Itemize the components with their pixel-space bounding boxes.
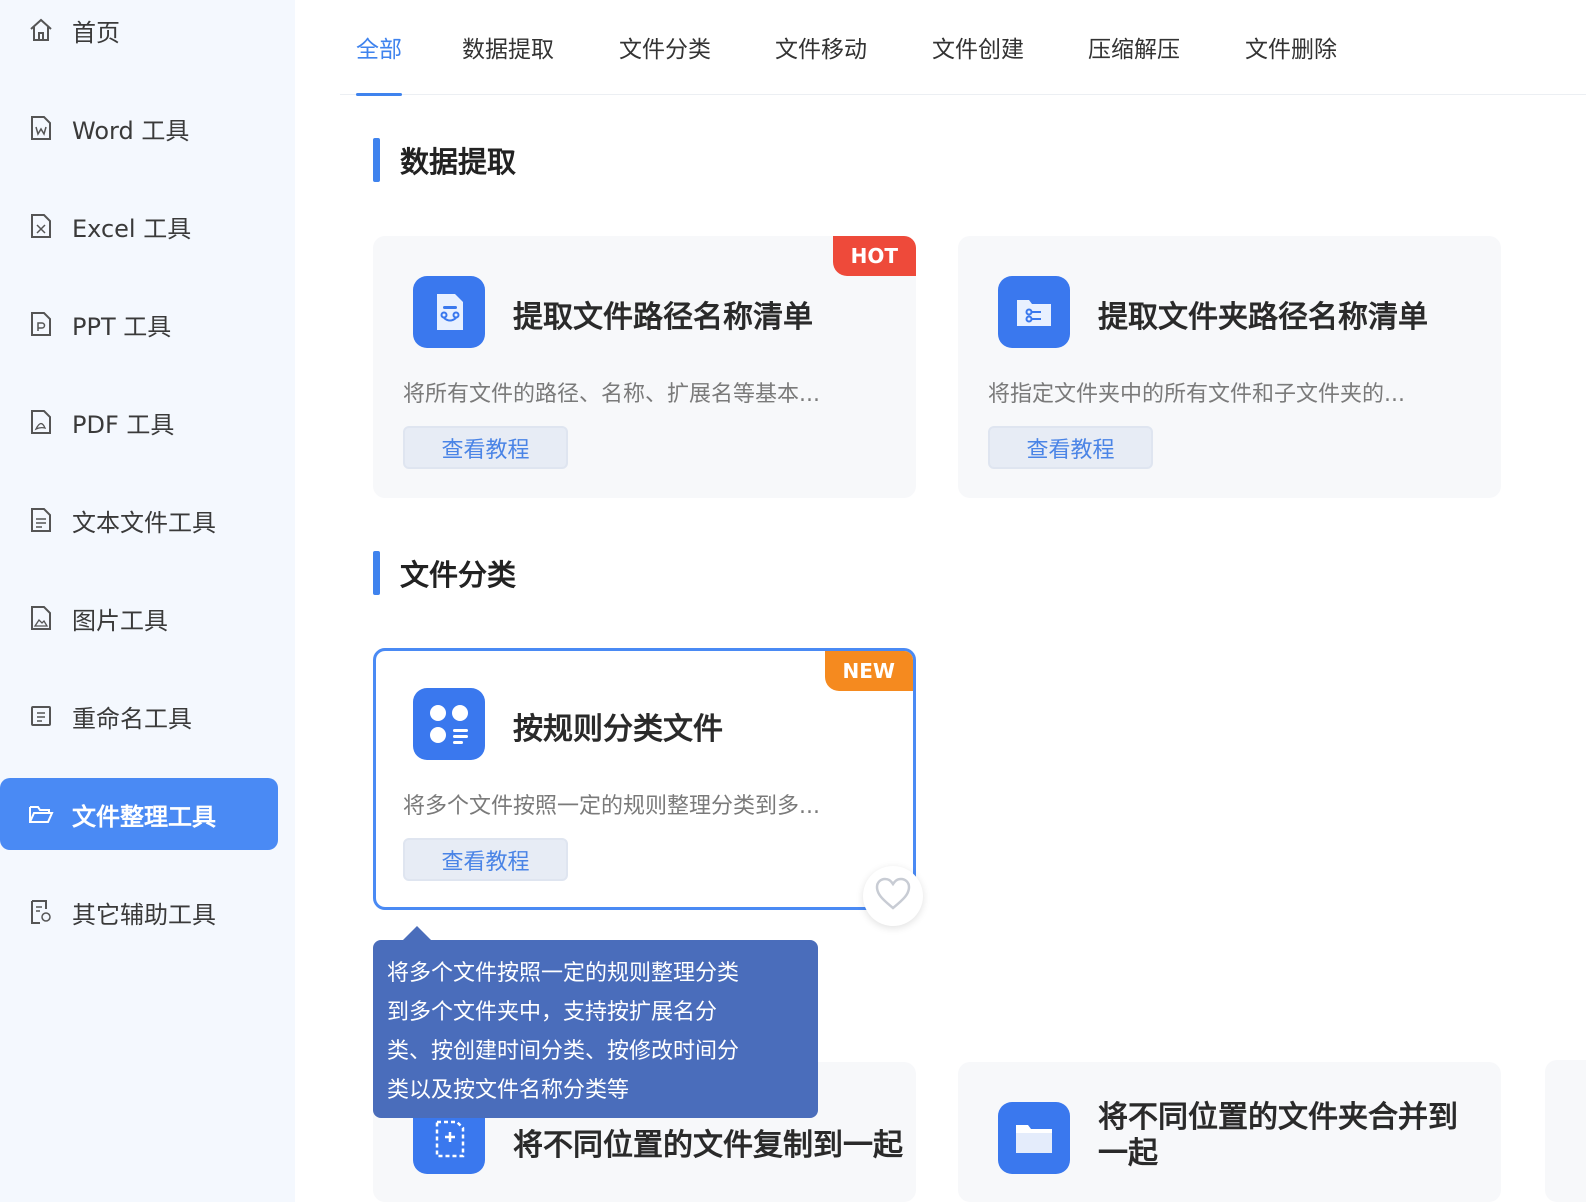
view-tutorial-button[interactable]: 查看教程: [403, 426, 568, 469]
sidebar-item-excel[interactable]: Excel 工具: [0, 190, 278, 262]
excel-doc-icon: [28, 213, 54, 239]
sidebar-item-label: 文件整理工具: [72, 802, 216, 831]
category-tabs: 全部 数据提取 文件分类 文件移动 文件创建 压缩解压 文件删除: [340, 0, 1586, 96]
tool-card-extract-folder-paths[interactable]: 提取文件夹路径名称清单 将指定文件夹中的所有文件和子文件夹的... 查看教程: [958, 236, 1501, 498]
sidebar-item-label: Word 工具: [72, 116, 190, 145]
tab-data-extract[interactable]: 数据提取: [462, 30, 554, 95]
section-accent-bar: [373, 138, 380, 182]
tooltip-line: 类、按创建时间分类、按修改时间分: [387, 1039, 740, 1064]
sidebar-item-label: PDF 工具: [72, 410, 175, 439]
tab-compress[interactable]: 压缩解压: [1088, 30, 1180, 95]
ppt-doc-icon: [28, 311, 54, 337]
tab-file-delete[interactable]: 文件删除: [1245, 30, 1337, 95]
sidebar: 首页 Word 工具 Excel 工具 PPT 工具 PDF 工具 文本文件工具…: [0, 0, 295, 1202]
tab-file-classify[interactable]: 文件分类: [619, 30, 711, 95]
folder-open-icon: [28, 801, 54, 827]
tools-doc-icon: [28, 899, 54, 925]
card-title: 提取文件路径名称清单: [513, 300, 813, 335]
tooltip-line: 将多个文件按照一定的规则整理分类: [387, 961, 740, 986]
sidebar-item-rename[interactable]: 重命名工具: [0, 680, 278, 752]
classify-grid-icon: [413, 688, 485, 760]
card-description: 将多个文件按照一定的规则整理分类到多...: [403, 794, 820, 819]
card-tooltip: 将多个文件按照一定的规则整理分类 到多个文件夹中，支持按扩展名分 类、按创建时间…: [373, 926, 818, 1118]
sidebar-item-file-organize[interactable]: 文件整理工具: [0, 778, 278, 850]
merge-folder-icon: [998, 1102, 1070, 1174]
card-description: 将指定文件夹中的所有文件和子文件夹的...: [988, 382, 1405, 407]
sidebar-item-label: PPT 工具: [72, 312, 172, 341]
home-icon: [28, 17, 54, 43]
favorite-button[interactable]: [863, 866, 923, 926]
sidebar-item-label: 图片工具: [72, 606, 168, 635]
card-title: 将不同位置的文件复制到一起: [513, 1128, 903, 1163]
text-doc-icon: [28, 507, 54, 533]
sidebar-item-word[interactable]: Word 工具: [0, 92, 278, 164]
sidebar-item-label: 文本文件工具: [72, 508, 216, 537]
file-list-icon: [413, 276, 485, 348]
word-doc-icon: [28, 115, 54, 141]
card-title: 按规则分类文件: [513, 712, 723, 747]
tool-card-merge-folders[interactable]: 将不同位置的文件夹合并到一起: [958, 1062, 1501, 1202]
tooltip-line: 到多个文件夹中，支持按扩展名分: [387, 1000, 718, 1025]
sidebar-item-image[interactable]: 图片工具: [0, 582, 278, 654]
sidebar-item-text[interactable]: 文本文件工具: [0, 484, 278, 556]
rename-icon: [28, 703, 54, 729]
sidebar-item-pdf[interactable]: PDF 工具: [0, 386, 278, 458]
new-badge: NEW: [824, 651, 913, 691]
image-doc-icon: [28, 605, 54, 631]
tab-file-move[interactable]: 文件移动: [775, 30, 867, 95]
pdf-doc-icon: [28, 409, 54, 435]
sidebar-item-other-tools[interactable]: 其它辅助工具: [0, 876, 278, 948]
sidebar-item-label: 重命名工具: [72, 704, 192, 733]
section-title-file-classify: 文件分类: [373, 551, 516, 595]
sidebar-item-label: Excel 工具: [72, 214, 192, 243]
heart-icon: [874, 877, 912, 915]
app-root: 首页 Word 工具 Excel 工具 PPT 工具 PDF 工具 文本文件工具…: [0, 0, 1586, 1202]
tooltip-line: 类以及按文件名称分类等: [387, 1078, 630, 1103]
card-title: 提取文件夹路径名称清单: [1098, 300, 1428, 335]
view-tutorial-button[interactable]: 查看教程: [988, 426, 1153, 469]
folder-list-icon: [998, 276, 1070, 348]
tool-card-extract-file-paths[interactable]: HOT 提取文件路径名称清单 将所有文件的路径、名称、扩展名等基本... 查看教…: [373, 236, 916, 498]
card-title: 将不同位置的文件夹合并到一起: [1098, 1100, 1458, 1171]
sidebar-item-home[interactable]: 首页: [0, 0, 278, 66]
sidebar-item-ppt[interactable]: PPT 工具: [0, 288, 278, 360]
tab-all[interactable]: 全部: [356, 30, 402, 96]
view-tutorial-button[interactable]: 查看教程: [403, 838, 568, 881]
sidebar-item-label: 其它辅助工具: [72, 900, 216, 929]
section-title-data-extract: 数据提取: [373, 138, 516, 182]
section-accent-bar: [373, 551, 380, 595]
hot-badge: HOT: [832, 236, 916, 276]
tool-card-partial-edge: [1545, 1060, 1586, 1202]
tab-file-create[interactable]: 文件创建: [932, 30, 1024, 95]
sidebar-item-label: 首页: [72, 18, 120, 47]
card-description: 将所有文件的路径、名称、扩展名等基本...: [403, 382, 820, 407]
tool-card-classify-by-rule[interactable]: NEW 按规则分类文件 将多个文件按照一定的规则整理分类到多... 查看教程: [373, 648, 916, 910]
